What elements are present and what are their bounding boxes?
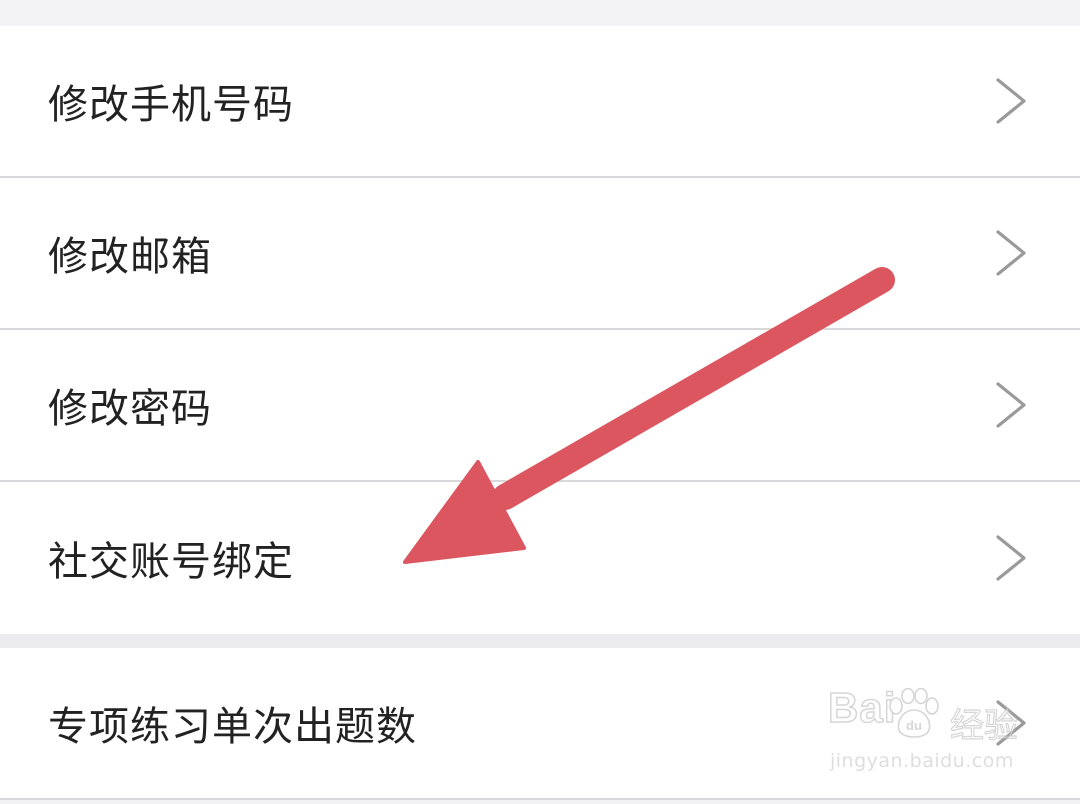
settings-item-questions-per-practice[interactable]: 专项练习单次出题数	[0, 648, 1080, 800]
settings-item-change-email[interactable]: 修改邮箱	[0, 178, 1080, 330]
settings-item-change-phone[interactable]: 修改手机号码	[0, 26, 1080, 178]
account-settings-screen: 修改手机号码 修改邮箱 修改密码 社交账号绑定 专项练习单次出题数 Bai du…	[0, 0, 1080, 804]
settings-item-label: 专项练习单次出题数	[48, 704, 417, 750]
settings-item-label: 修改手机号码	[48, 82, 294, 128]
settings-item-social-binding[interactable]: 社交账号绑定	[0, 482, 1080, 634]
chevron-right-icon	[996, 535, 1026, 581]
chevron-right-icon	[996, 700, 1026, 746]
settings-item-label: 修改密码	[48, 386, 212, 432]
top-spacer	[0, 0, 1080, 26]
chevron-right-icon	[996, 382, 1026, 428]
chevron-right-icon	[996, 230, 1026, 276]
chevron-right-icon	[996, 78, 1026, 124]
settings-group-account: 修改手机号码 修改邮箱 修改密码 社交账号绑定	[0, 26, 1080, 634]
settings-item-change-password[interactable]: 修改密码	[0, 330, 1080, 482]
settings-item-label: 社交账号绑定	[48, 539, 294, 585]
settings-item-label: 修改邮箱	[48, 234, 212, 280]
settings-group-practice: 专项练习单次出题数	[0, 648, 1080, 800]
group-divider	[0, 634, 1080, 648]
